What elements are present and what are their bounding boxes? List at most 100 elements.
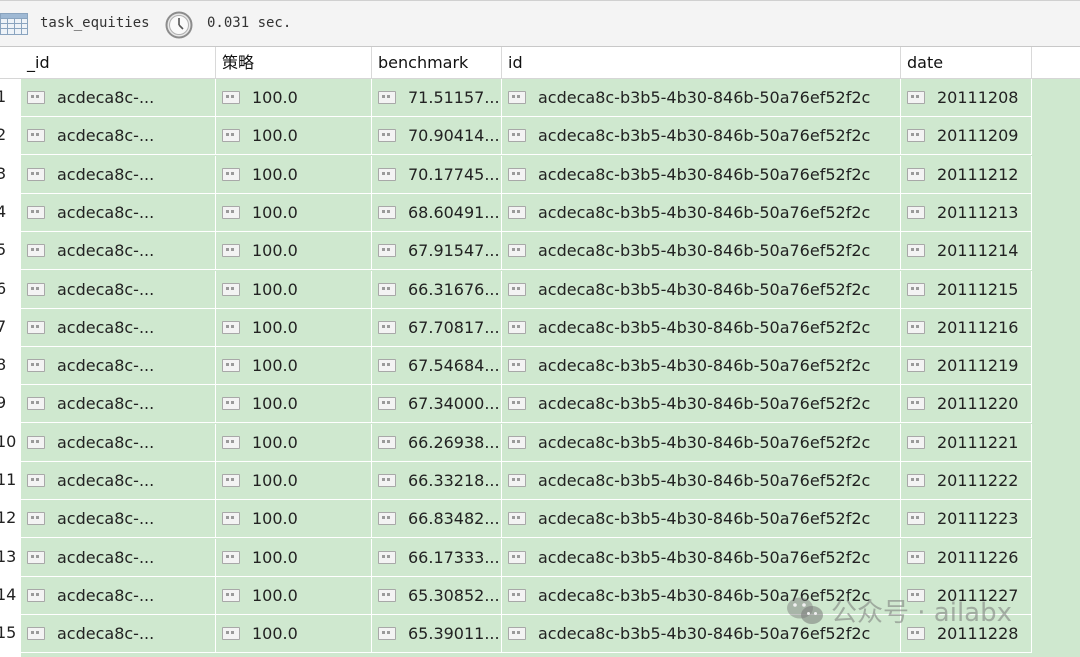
table-row[interactable]: acdeca8c-... 100.0 66.33218... acdeca8c-b3b… [21,462,1032,500]
cell-date[interactable]: 20111222 [901,462,1032,499]
cell-benchmark[interactable]: 66.17333... [372,539,502,576]
cell-date[interactable]: 20111220 [901,385,1032,422]
cell-value: 67.34000... [408,394,500,413]
cell-benchmark[interactable]: 67.34000... [372,385,502,422]
cell-benchmark[interactable]: 66.33218... [372,462,502,499]
cell-_id[interactable]: acdeca8c-... [21,462,216,499]
cell-_id[interactable]: acdeca8c-... [21,539,216,576]
field-type-icon [27,474,45,487]
cell-strategy[interactable]: 100.0 [216,424,372,461]
cell-strategy[interactable]: 100.0 [216,385,372,422]
table-row[interactable]: acdeca8c-... 100.0 70.17745... acdeca8c-b3b… [21,156,1032,194]
cell-id[interactable]: acdeca8c-b3b5-4b30-846b-50a76ef52f2c [502,194,901,231]
cell-date[interactable]: 20111215 [901,271,1032,308]
grid-empty-area [1032,79,1080,657]
cell-id[interactable]: acdeca8c-b3b5-4b30-846b-50a76ef52f2c [502,271,901,308]
cell-_id[interactable]: acdeca8c-... [21,156,216,193]
cell-strategy[interactable]: 100.0 [216,156,372,193]
cell-id[interactable]: acdeca8c-b3b5-4b30-846b-50a76ef52f2c [502,347,901,384]
cell-strategy[interactable]: 100.0 [216,271,372,308]
cell-benchmark[interactable]: 70.17745... [372,156,502,193]
cell-benchmark[interactable]: 67.91547... [372,232,502,269]
cell-date[interactable]: 20111216 [901,309,1032,346]
cell-date[interactable]: 20111226 [901,539,1032,576]
cell-_id[interactable]: acdeca8c-... [21,500,216,537]
cell-benchmark[interactable]: 65.39011... [372,615,502,652]
cell-value: 100.0 [252,394,298,413]
cell-strategy[interactable]: 100.0 [216,577,372,614]
cell-value: acdeca8c-... [57,88,155,107]
table-row[interactable]: acdeca8c-... 100.0 70.90414... acdeca8c-b3b… [21,117,1032,155]
table-row[interactable]: acdeca8c-... 100.0 67.34000... acdeca8c-b3b… [21,385,1032,423]
cell-id[interactable]: acdeca8c-b3b5-4b30-846b-50a76ef52f2c [502,79,901,116]
cell-value: 100.0 [252,88,298,107]
cell-id[interactable]: acdeca8c-b3b5-4b30-846b-50a76ef52f2c [502,500,901,537]
cell-strategy[interactable]: 100.0 [216,500,372,537]
cell-benchmark[interactable]: 66.26938... [372,424,502,461]
cell-_id[interactable]: acdeca8c-... [21,79,216,116]
table-row[interactable]: acdeca8c-... 100.0 67.91547... acdeca8c-b3b… [21,232,1032,270]
cell-_id[interactable]: acdeca8c-... [21,117,216,154]
cell-strategy[interactable]: 100.0 [216,194,372,231]
field-type-icon [222,627,240,640]
table-row[interactable]: acdeca8c-... 100.0 66.17333... acdeca8c-b3b… [21,539,1032,577]
cell-strategy[interactable]: 100.0 [216,309,372,346]
column-header-_id[interactable]: _id [21,47,216,79]
cell-benchmark[interactable]: 66.31676... [372,271,502,308]
cell-id[interactable]: acdeca8c-b3b5-4b30-846b-50a76ef52f2c [502,424,901,461]
cell-date[interactable]: 20111221 [901,424,1032,461]
cell-_id[interactable]: acdeca8c-... [21,577,216,614]
cell-strategy[interactable]: 100.0 [216,615,372,652]
cell-date[interactable]: 20111213 [901,194,1032,231]
cell-_id[interactable]: acdeca8c-... [21,385,216,422]
cell-date[interactable]: 20111209 [901,117,1032,154]
cell-benchmark[interactable]: 67.54684... [372,347,502,384]
cell-strategy[interactable]: 100.0 [216,347,372,384]
column-header-strategy[interactable]: 策略 [216,47,372,79]
cell-date[interactable]: 20111214 [901,232,1032,269]
cell-value: 20111214 [937,241,1019,260]
cell-_id[interactable]: acdeca8c-... [21,271,216,308]
table-row[interactable]: acdeca8c-... 100.0 67.54684... acdeca8c-b3b… [21,347,1032,385]
table-row[interactable]: acdeca8c-... 100.0 66.31676... acdeca8c-b3b… [21,271,1032,309]
cell-id[interactable]: acdeca8c-b3b5-4b30-846b-50a76ef52f2c [502,232,901,269]
cell-benchmark[interactable]: 66.83482... [372,500,502,537]
cell-strategy[interactable]: 100.0 [216,462,372,499]
table-row[interactable]: acdeca8c-... 100.0 66.83482... acdeca8c-b3b… [21,500,1032,538]
field-type-icon [907,244,925,257]
cell-id[interactable]: acdeca8c-b3b5-4b30-846b-50a76ef52f2c [502,117,901,154]
cell-date[interactable]: 20111223 [901,500,1032,537]
cell-value: acdeca8c-... [57,394,155,413]
column-header-benchmark[interactable]: benchmark [372,47,502,79]
cell-_id[interactable]: acdeca8c-... [21,194,216,231]
cell-date[interactable]: 20111219 [901,347,1032,384]
table-row[interactable]: acdeca8c-... 100.0 71.51157... acdeca8c-b3b… [21,79,1032,117]
cell-_id[interactable]: acdeca8c-... [21,615,216,652]
column-header-id[interactable]: id [502,47,901,79]
table-row[interactable]: acdeca8c-... 100.0 68.60491... acdeca8c-b3b… [21,194,1032,232]
cell-date[interactable]: 20111208 [901,79,1032,116]
cell-id[interactable]: acdeca8c-b3b5-4b30-846b-50a76ef52f2c [502,156,901,193]
table-row[interactable]: acdeca8c-... 100.0 66.26938... acdeca8c-b3b… [21,424,1032,462]
cell-strategy[interactable]: 100.0 [216,232,372,269]
cell-id[interactable]: acdeca8c-b3b5-4b30-846b-50a76ef52f2c [502,539,901,576]
cell-id[interactable]: acdeca8c-b3b5-4b30-846b-50a76ef52f2c [502,462,901,499]
column-header-date[interactable]: date [901,47,1032,79]
cell-benchmark[interactable]: 68.60491... [372,194,502,231]
cell-date[interactable]: 20111212 [901,156,1032,193]
cell-_id[interactable]: acdeca8c-... [21,232,216,269]
cell-strategy[interactable]: 100.0 [216,79,372,116]
field-type-icon [378,244,396,257]
cell-benchmark[interactable]: 65.30852... [372,577,502,614]
cell-id[interactable]: acdeca8c-b3b5-4b30-846b-50a76ef52f2c [502,309,901,346]
cell-strategy[interactable]: 100.0 [216,117,372,154]
cell-_id[interactable]: acdeca8c-... [21,347,216,384]
cell-_id[interactable]: acdeca8c-... [21,424,216,461]
table-row[interactable]: acdeca8c-... 100.0 67.70817... acdeca8c-b3b… [21,309,1032,347]
cell-_id[interactable]: acdeca8c-... [21,309,216,346]
cell-strategy[interactable]: 100.0 [216,539,372,576]
cell-id[interactable]: acdeca8c-b3b5-4b30-846b-50a76ef52f2c [502,385,901,422]
cell-benchmark[interactable]: 71.51157... [372,79,502,116]
cell-benchmark[interactable]: 70.90414... [372,117,502,154]
cell-benchmark[interactable]: 67.70817... [372,309,502,346]
